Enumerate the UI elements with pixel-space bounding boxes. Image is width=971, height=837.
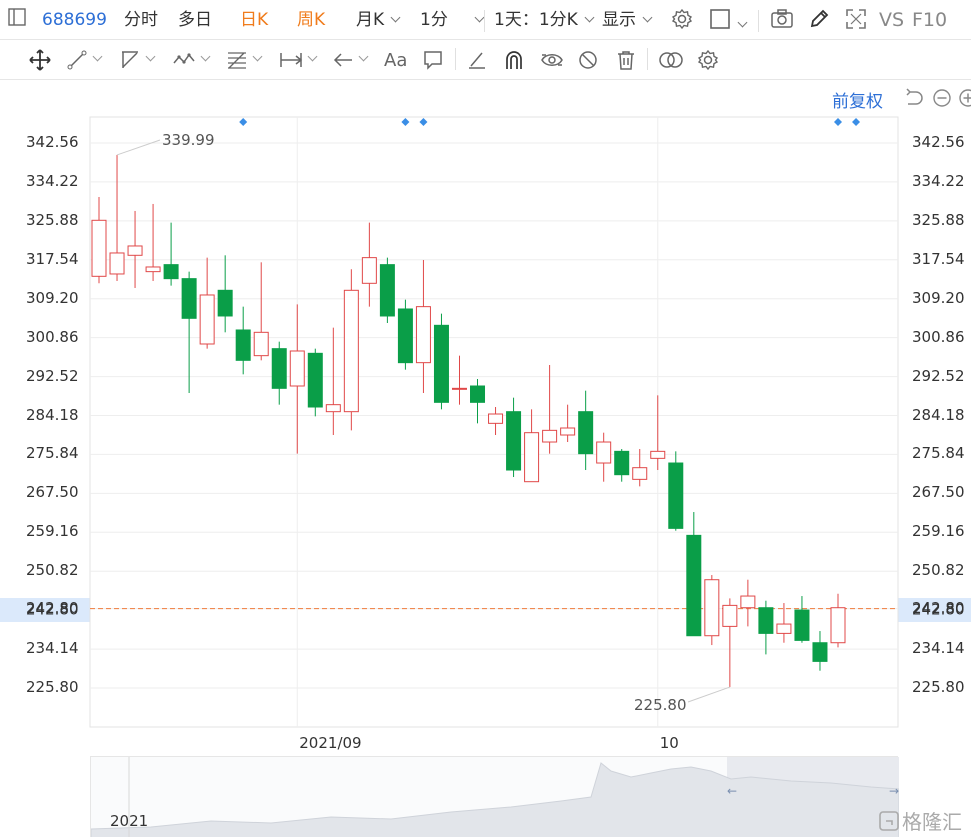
high-annotation-leader <box>116 139 161 156</box>
candle-body-up <box>109 252 125 275</box>
candle-body-up <box>596 441 612 464</box>
candle-body-up <box>361 257 377 284</box>
navigator-area-chart: ← → <box>91 757 899 837</box>
candle-body-up <box>289 350 305 387</box>
candle-body-up <box>325 404 341 413</box>
event-marker-icon <box>852 118 861 126</box>
candle-body-down <box>235 329 251 361</box>
last-price-label-left: 242.80 <box>26 601 79 619</box>
candle-body-down <box>686 534 702 637</box>
candle-body-up <box>650 450 666 459</box>
candle-body-up <box>524 432 540 483</box>
event-marker-icon <box>834 118 842 126</box>
candle-body-up <box>415 306 431 364</box>
low-annotation-label: 225.80 <box>634 696 687 714</box>
candle-body-up <box>343 289 359 413</box>
candle-body-up <box>560 427 576 436</box>
candle-body-up <box>704 579 720 637</box>
navigator-left-handle-icon[interactable]: ← <box>727 784 737 798</box>
range-navigator[interactable]: ← → <box>90 756 899 837</box>
event-marker-icon <box>239 118 248 126</box>
candle-body-down <box>506 411 522 471</box>
candle-body-down <box>397 308 413 364</box>
navigator-right-handle-icon[interactable]: → <box>889 784 899 798</box>
candle-body-down <box>794 609 810 641</box>
x-tick-label: 10 <box>660 734 679 752</box>
candle-body-up <box>145 266 161 273</box>
candle-body-up <box>830 607 846 644</box>
candle-body-up <box>632 467 648 480</box>
candle-body-down <box>217 289 233 317</box>
candle-body-up <box>127 245 143 256</box>
candle-body-down <box>163 264 179 280</box>
candle-body-down <box>812 642 828 662</box>
candle-body-down <box>307 352 323 408</box>
candle-body-down <box>614 450 630 476</box>
candle-body-down <box>181 278 197 319</box>
candle-body-up <box>776 623 792 634</box>
candle-body-up <box>542 429 558 443</box>
last-price-label-right: 242.80 <box>912 601 965 619</box>
x-tick-label: 2021/09 <box>299 734 361 752</box>
candle-body-down <box>379 264 395 317</box>
watermark: 格隆汇 <box>878 806 962 835</box>
candle-body-down <box>668 462 684 529</box>
candle-body-up <box>488 413 504 424</box>
high-annotation-label: 339.99 <box>162 131 215 149</box>
candle-body-up <box>253 331 269 357</box>
candle-body-up <box>199 294 215 345</box>
event-marker-icon <box>401 118 410 126</box>
candle-body-down <box>758 607 774 634</box>
candle-body-down <box>433 324 449 403</box>
candle-body-up <box>451 387 467 390</box>
low-annotation-leader <box>687 686 731 703</box>
event-marker-icon <box>419 118 428 126</box>
candle-body-down <box>470 385 486 403</box>
candle-body-up <box>91 219 107 277</box>
candle-body-up <box>722 604 738 627</box>
candlestick-chart[interactable]: 2021/09 10 242.80 242.80 339.99 225.80 <box>0 0 971 837</box>
candle-body-down <box>578 411 594 455</box>
watermark-text: 格隆汇 <box>902 810 962 834</box>
candle-body-down <box>271 348 287 389</box>
candle-body-up <box>740 595 756 609</box>
navigator-year-label: 2021 <box>110 812 149 830</box>
watermark-logo-icon <box>879 810 899 831</box>
